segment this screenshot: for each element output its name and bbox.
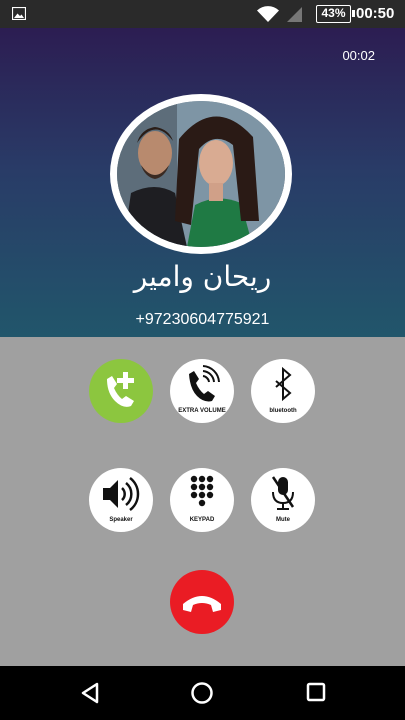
- mute-label: Mute: [276, 517, 290, 523]
- speaker-button[interactable]: Speaker: [89, 468, 153, 532]
- home-icon[interactable]: [190, 681, 214, 705]
- contact-name: ريحان وامير: [133, 260, 272, 293]
- navigation-bar: [0, 666, 405, 720]
- end-call-icon: [183, 596, 221, 612]
- signal-icon: [287, 7, 302, 22]
- call-duration: 00:02: [342, 48, 375, 63]
- speaker-label: Speaker: [109, 517, 133, 523]
- add-call-button[interactable]: [89, 359, 153, 423]
- avatar-photo: [117, 101, 285, 247]
- extra-volume-label: EXTRA VOLUME: [178, 408, 226, 414]
- bluetooth-button[interactable]: bluetooth: [251, 359, 315, 423]
- keypad-label: KEYPAD: [189, 517, 215, 523]
- end-call-button[interactable]: [170, 570, 234, 634]
- keypad-button[interactable]: KEYPAD: [170, 468, 234, 532]
- extra-volume-button[interactable]: EXTRA VOLUME: [170, 359, 234, 423]
- recents-icon[interactable]: [305, 681, 327, 703]
- contact-number: +97230604775921: [135, 311, 270, 328]
- status-clock: 00:50: [356, 5, 395, 22]
- battery-level: 43%: [321, 6, 346, 20]
- bluetooth-label: bluetooth: [269, 408, 297, 414]
- call-header: 00:02 ريحان وامير +97230604775921: [0, 28, 405, 337]
- add-call-icon: [107, 372, 134, 407]
- battery-icon: 43%: [316, 5, 355, 23]
- contact-avatar: [110, 94, 292, 254]
- back-icon[interactable]: [79, 681, 101, 705]
- status-bar: 43% 00:50: [0, 0, 405, 28]
- wifi-icon: [257, 6, 279, 22]
- mute-button[interactable]: Mute: [251, 468, 315, 532]
- gallery-icon: [12, 7, 26, 20]
